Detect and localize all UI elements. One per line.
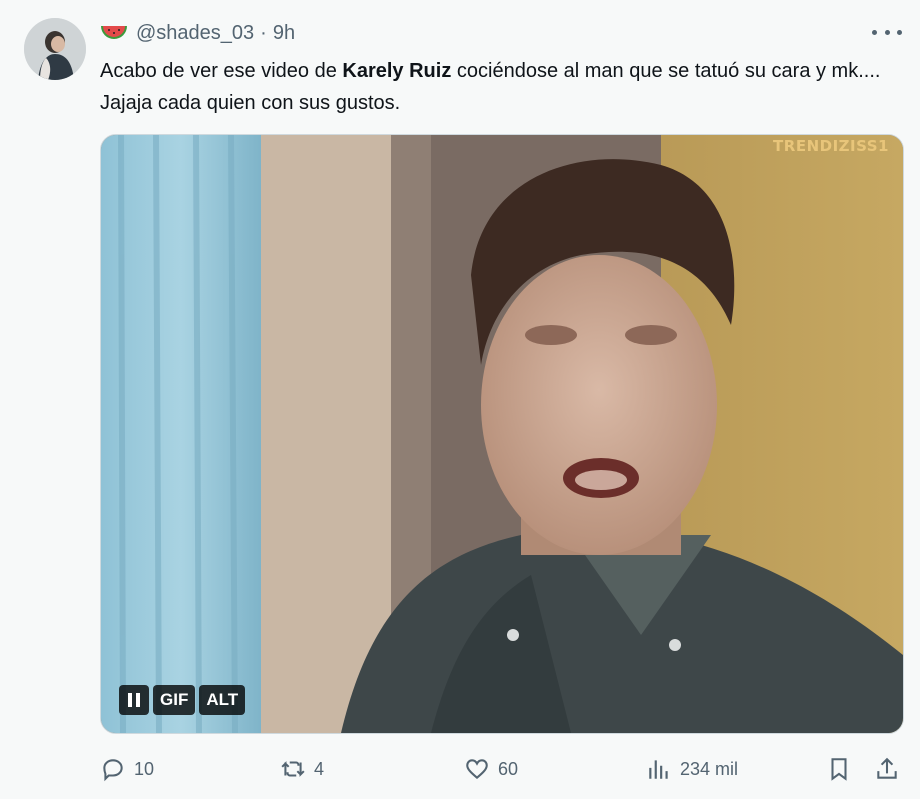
like-icon <box>466 759 488 780</box>
repost-count: 4 <box>314 758 325 779</box>
avatar[interactable] <box>24 18 86 80</box>
repost-button[interactable]: 4 <box>280 752 324 786</box>
views-icon <box>649 760 668 779</box>
repost-icon <box>281 761 305 777</box>
watermark-text: TRENDIZISS1 <box>773 137 889 155</box>
share-icon <box>877 757 897 779</box>
gif-badge: GIF <box>153 685 196 715</box>
action-bar: 10 4 60 234 mil <box>100 752 906 786</box>
bookmark-button[interactable] <box>826 752 852 786</box>
more-icon[interactable] <box>872 22 902 42</box>
tweet[interactable]: @shades_03 · 9h Acabo de ver ese video d… <box>0 0 920 799</box>
alt-button[interactable]: ALT <box>199 685 246 715</box>
pause-icon[interactable] <box>119 685 149 715</box>
reply-button[interactable]: 10 <box>100 752 154 786</box>
gif-media[interactable]: TRENDIZISS1 GIF ALT <box>100 134 904 734</box>
like-count: 60 <box>498 758 519 779</box>
tweet-header: @shades_03 · 9h <box>100 20 295 46</box>
tweet-text-part: Acabo de ver ese video de <box>100 60 343 82</box>
gif-controls: GIF ALT <box>119 685 246 715</box>
separator: · <box>260 21 267 44</box>
watermelon-icon <box>100 23 128 43</box>
reply-icon <box>103 759 123 782</box>
views-count: 234 mil <box>680 758 739 779</box>
like-button[interactable]: 60 <box>464 752 518 786</box>
tweet-text: Acabo de ver ese video de Karely Ruiz co… <box>100 55 900 119</box>
user-handle[interactable]: @shades_03 <box>136 22 254 45</box>
bookmark-icon <box>831 758 847 781</box>
timestamp[interactable]: 9h <box>273 22 295 45</box>
share-button[interactable] <box>874 752 900 786</box>
tweet-text-bold: Karely Ruiz <box>342 60 452 82</box>
views-button[interactable]: 234 mil <box>646 752 738 786</box>
reply-count: 10 <box>134 758 155 779</box>
gif-frame <box>101 135 903 733</box>
